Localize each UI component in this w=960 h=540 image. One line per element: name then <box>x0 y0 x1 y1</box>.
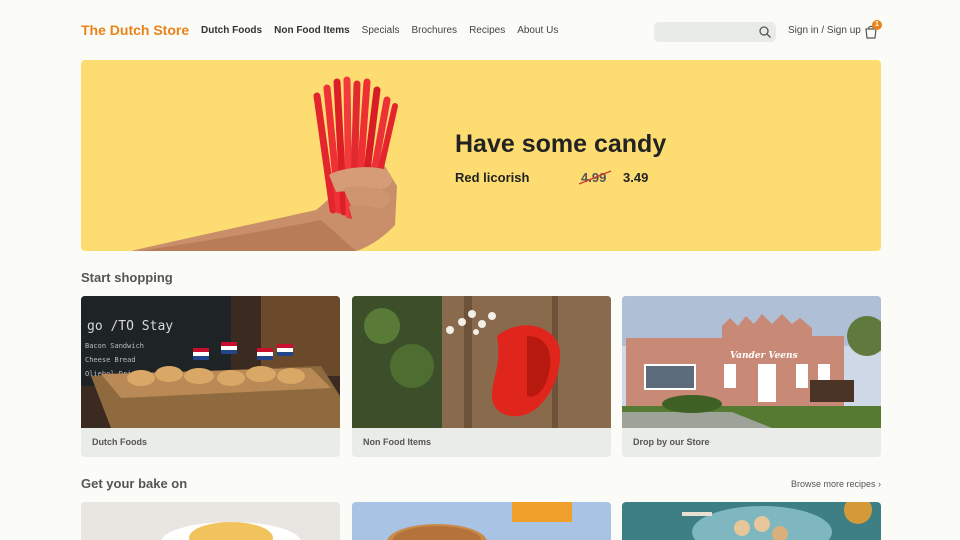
browse-recipes-link[interactable]: Browse more recipes › <box>791 479 881 489</box>
recipe-card-3[interactable] <box>622 502 881 540</box>
svg-text:go /TO Stay: go /TO Stay <box>87 319 173 334</box>
svg-text:Vander Veens: Vander Veens <box>730 351 798 361</box>
hero-new-price: 3.49 <box>623 170 649 185</box>
store-front-image: Vander Veens <box>622 296 881 428</box>
recipe-card-2[interactable] <box>352 502 611 540</box>
non-food-items-image <box>352 296 611 428</box>
nav-recipes[interactable]: Recipes <box>469 25 505 36</box>
card-label-dutch-foods: Dutch Foods <box>92 437 147 447</box>
price-strikethrough <box>578 170 612 185</box>
nav-dutch-foods[interactable]: Dutch Foods <box>201 25 262 36</box>
cart-count-badge: 1 <box>872 20 882 30</box>
svg-text:Cheese Bread: Cheese Bread <box>85 356 136 364</box>
sign-in-link[interactable]: Sign in / Sign up <box>788 25 861 36</box>
hero-banner[interactable]: Have some candy Red licorish 4.99 3.49 <box>81 60 881 251</box>
card-label-non-food-items: Non Food Items <box>363 437 431 447</box>
nav-specials[interactable]: Specials <box>362 25 400 36</box>
nav-brochures[interactable]: Brochures <box>411 25 457 36</box>
recipe-card-1[interactable] <box>81 502 340 540</box>
start-shopping-heading: Start shopping <box>81 270 173 285</box>
search-input[interactable] <box>654 22 754 43</box>
hero-title: Have some candy <box>455 130 667 158</box>
card-non-food-items[interactable]: Non Food Items <box>352 296 611 457</box>
recipe-image-2 <box>352 502 611 540</box>
licorice-hand-image <box>131 76 398 251</box>
card-drop-by-store[interactable]: Vander Veens Drop by our Store <box>622 296 881 457</box>
recipe-image-3 <box>622 502 881 540</box>
dutch-foods-image: go /TO Stay Bacon Sandwich Cheese Bread … <box>81 296 340 428</box>
search-box <box>654 22 776 43</box>
svg-text:Bacon Sandwich: Bacon Sandwich <box>85 342 144 350</box>
search-icon[interactable] <box>758 25 772 39</box>
hero-product-name: Red licorish <box>455 170 530 185</box>
nav-non-food-items[interactable]: Non Food Items <box>274 25 350 36</box>
card-dutch-foods[interactable]: go /TO Stay Bacon Sandwich Cheese Bread … <box>81 296 340 457</box>
recipe-image-1 <box>81 502 340 540</box>
site-header: The Dutch Store Dutch Foods Non Food Ite… <box>0 0 960 60</box>
store-logo[interactable]: The Dutch Store <box>81 22 189 38</box>
nav-about-us[interactable]: About Us <box>517 25 558 36</box>
bake-heading: Get your bake on <box>81 476 188 491</box>
main-nav: Dutch Foods Non Food Items Specials Broc… <box>201 25 558 36</box>
card-label-drop-by-store: Drop by our Store <box>633 437 710 447</box>
